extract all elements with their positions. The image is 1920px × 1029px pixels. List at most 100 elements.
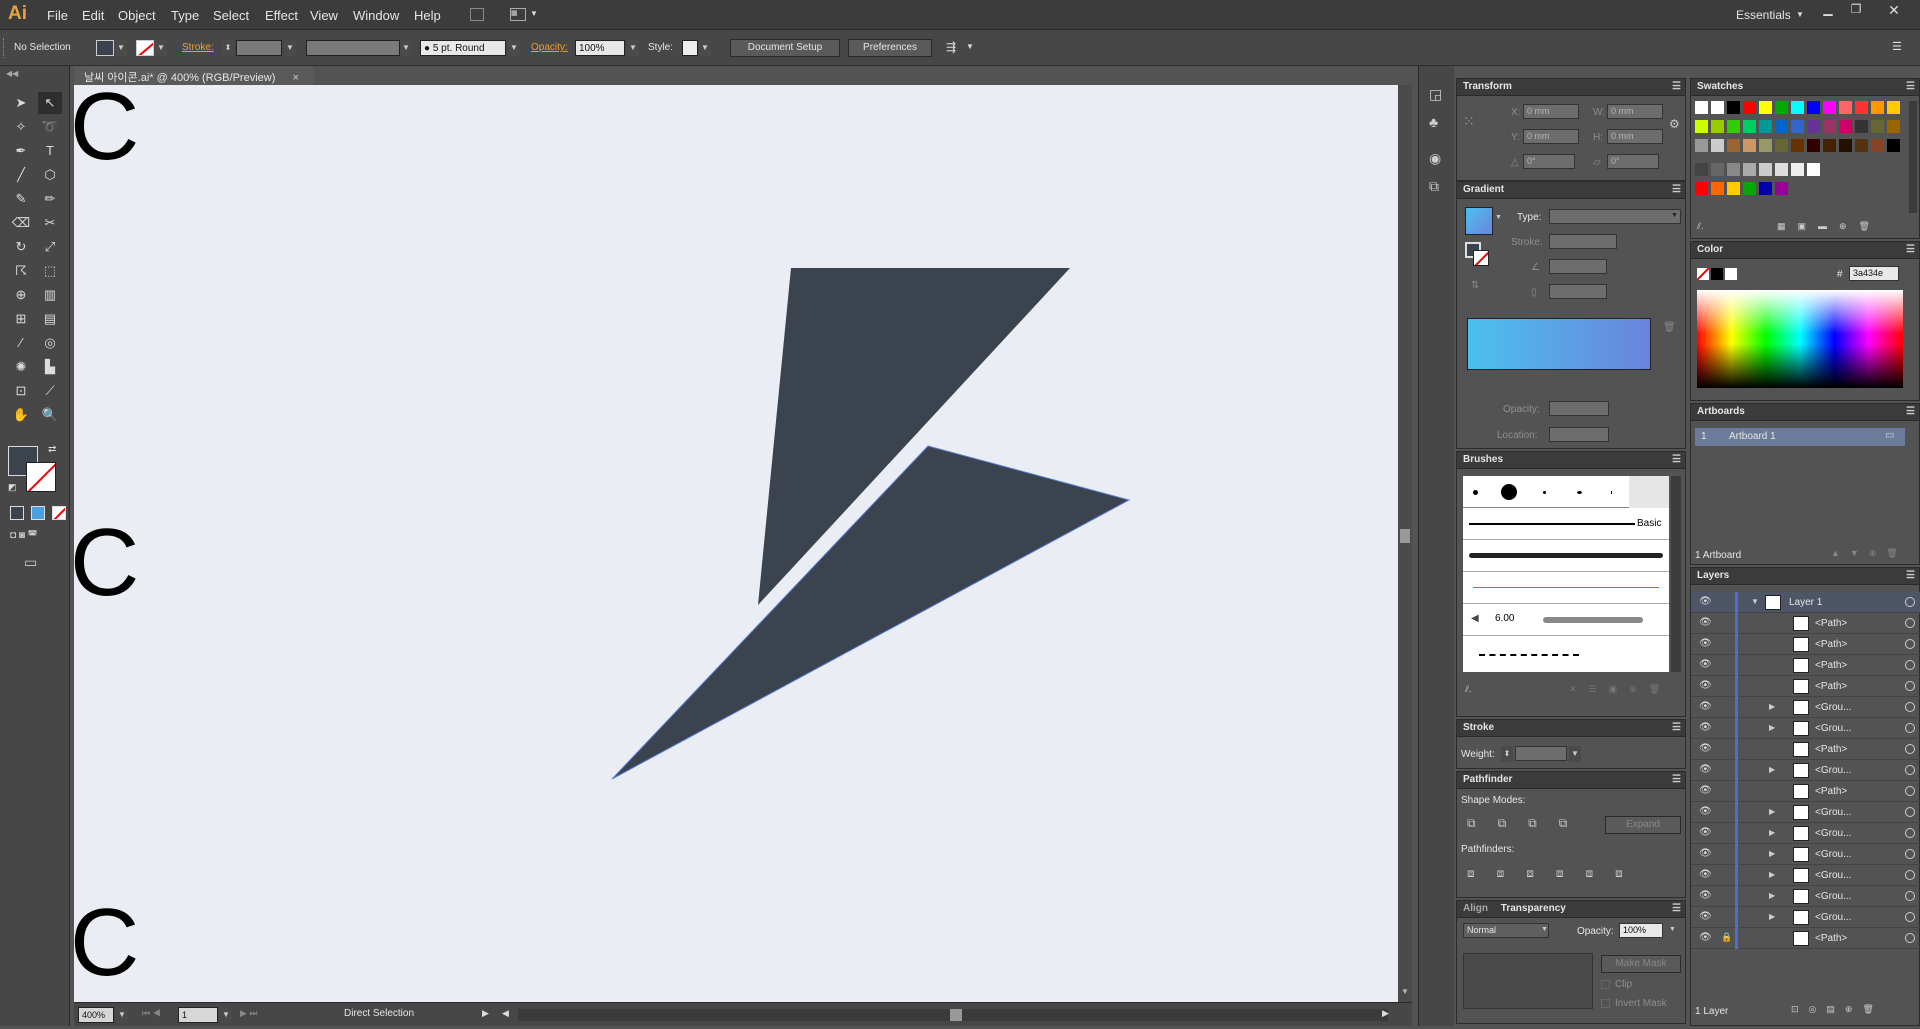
arrange-icon[interactable]: ⇶ (946, 40, 956, 54)
color-swatch[interactable] (1887, 101, 1900, 114)
basic-brush-row[interactable]: Basic (1463, 508, 1669, 540)
artboards-title[interactable]: Artboards ☰ (1691, 404, 1919, 421)
color-swatch[interactable] (1871, 139, 1884, 152)
close-tab-icon[interactable]: × (292, 72, 298, 84)
reference-point-icon[interactable]: ⁙ (1463, 113, 1475, 130)
arrow-down-icon[interactable]: ▼ (1401, 987, 1409, 996)
panel-menu-icon[interactable]: ☰ (1906, 81, 1915, 92)
artboard-name[interactable]: Artboard 1 (1729, 431, 1776, 442)
layer-item-name[interactable]: <Grou... (1815, 765, 1851, 776)
gradient-mode-icon[interactable] (31, 506, 45, 520)
color-swatch[interactable] (1839, 101, 1852, 114)
menu-type[interactable]: Type (171, 8, 199, 23)
color-swatch[interactable] (1711, 120, 1724, 133)
artboard-canvas[interactable]: C C C (74, 85, 1398, 1002)
swatch-actions-icons[interactable]: ▦▣▬⊕🗑 (1777, 221, 1882, 232)
scroll-thumb[interactable] (1400, 529, 1410, 543)
none-mode-icon[interactable] (52, 506, 66, 520)
lightning-bolt-artwork[interactable] (74, 85, 1398, 1002)
symbol-sprayer-tool-icon[interactable]: ✺ (9, 356, 33, 378)
appearance-icon[interactable]: ◉ (1429, 150, 1441, 167)
shear-field[interactable]: 0° (1607, 154, 1659, 169)
brush-dot-icon[interactable] (1501, 484, 1517, 500)
stroke-swatch[interactable] (136, 40, 154, 56)
visibility-eye-icon[interactable]: 👁 (1699, 638, 1713, 650)
panel-menu-icon[interactable]: ☰ (1672, 722, 1681, 733)
color-swatch[interactable] (1727, 139, 1740, 152)
opacity-field[interactable]: 100% (575, 40, 625, 56)
gradient-tool-icon[interactable]: ▤ (38, 308, 62, 330)
color-swatch[interactable] (1727, 182, 1740, 195)
pathfinder-title[interactable]: Pathfinder ☰ (1457, 772, 1685, 789)
color-swatch[interactable] (1839, 120, 1852, 133)
stroke-title[interactable]: Stroke ☰ (1457, 720, 1685, 737)
layer-item-row[interactable]: 👁 <Path> (1691, 676, 1920, 697)
menu-edit[interactable]: Edit (82, 8, 104, 23)
layer-item-name[interactable]: <Grou... (1815, 828, 1851, 839)
eyedropper-tool-icon[interactable]: ⁄ (9, 332, 33, 354)
visibility-eye-icon[interactable]: 👁 (1699, 764, 1713, 776)
brushes-title[interactable]: Brushes ☰ (1457, 452, 1685, 469)
rotate-field[interactable]: 0° (1523, 154, 1575, 169)
blend-tool-icon[interactable]: ◎ (38, 332, 62, 354)
stroke-label[interactable]: Stroke: (182, 42, 214, 53)
pattern-brush-row[interactable] (1463, 636, 1669, 672)
swatch-grid[interactable] (1695, 101, 1907, 213)
black-swatch[interactable] (1711, 268, 1723, 280)
bristle-brush-row[interactable]: ◀ 6.00 (1463, 604, 1669, 636)
visibility-eye-icon[interactable]: 👁 (1699, 596, 1713, 608)
arrange-documents-icon[interactable]: ▦ (510, 8, 526, 21)
visibility-eye-icon[interactable]: 👁 (1699, 890, 1713, 902)
hand-tool-icon[interactable]: ✋ (9, 404, 33, 426)
pen-tool-icon[interactable]: ✒ (9, 140, 33, 162)
menu-effect[interactable]: Effect (265, 8, 298, 23)
draw-modes-icon[interactable]: ◘ ◙ ◚ (10, 530, 66, 546)
fill-swatch[interactable] (96, 40, 114, 56)
expand-triangle-icon[interactable]: ▶ (1769, 807, 1775, 816)
color-mode-icon[interactable] (10, 506, 24, 520)
expand-triangle-icon[interactable]: ▶ (1769, 891, 1775, 900)
color-swatch[interactable] (1695, 101, 1708, 114)
y-field[interactable]: 0 mm (1523, 129, 1579, 144)
layer-item-name[interactable]: <Grou... (1815, 807, 1851, 818)
color-swatch[interactable] (1711, 139, 1724, 152)
hex-field[interactable]: 3a434e (1849, 266, 1899, 281)
color-swatch[interactable] (1727, 101, 1740, 114)
stroke-gradient-options[interactable] (1549, 234, 1617, 249)
paintbrush-tool-icon[interactable]: ✎ (9, 188, 33, 210)
swatches-title[interactable]: Swatches ☰ (1691, 79, 1919, 96)
expand-triangle-icon[interactable]: ▶ (1769, 849, 1775, 858)
target-icon[interactable] (1905, 723, 1915, 733)
color-swatch[interactable] (1823, 139, 1836, 152)
color-title[interactable]: Color ☰ (1691, 242, 1919, 259)
menu-file[interactable]: File (47, 8, 68, 23)
style-swatch[interactable] (682, 40, 698, 56)
last-artboard-icon[interactable]: ▶ ⏭ (240, 1008, 258, 1019)
color-swatch[interactable] (1823, 101, 1836, 114)
make-mask-button[interactable]: Make Mask (1601, 955, 1681, 973)
expand-triangle-icon[interactable]: ▶ (1769, 765, 1775, 774)
charcoal-brush-row[interactable] (1463, 540, 1669, 572)
chevron-down-icon[interactable]: ▼ (116, 1007, 128, 1023)
brush-dot-icon[interactable] (1577, 491, 1582, 494)
color-swatch[interactable] (1711, 182, 1724, 195)
visibility-eye-icon[interactable]: 👁 (1699, 722, 1713, 734)
chevron-down-icon[interactable]: ▼ (284, 40, 296, 56)
weight-field[interactable] (1515, 746, 1567, 761)
document-tab[interactable]: 날씨 아이콘.ai* @ 400% (RGB/Preview) × (74, 66, 314, 85)
gradient-title[interactable]: Gradient ☰ (1457, 182, 1685, 199)
expand-button[interactable]: Expand (1605, 816, 1681, 834)
chevron-down-icon[interactable]: ▼ (400, 40, 412, 56)
shape-mode-icons[interactable]: ⧉⧉⧉⧉ (1467, 816, 1589, 831)
layer-name[interactable]: Layer 1 (1789, 597, 1822, 608)
screen-mode-icon[interactable]: ▭ (24, 554, 37, 571)
layer-item-row[interactable]: 👁 ▶ <Grou... (1691, 802, 1920, 823)
chevron-down-icon[interactable]: ▼ (627, 40, 639, 56)
layer-item-row[interactable]: 👁 <Path> (1691, 655, 1920, 676)
layer-item-row[interactable]: 👁 <Path> (1691, 781, 1920, 802)
w-field[interactable]: 0 mm (1607, 104, 1663, 119)
first-artboard-icon[interactable]: ⏮ ◀ (142, 1008, 161, 1019)
layer-item-name[interactable]: <Path> (1815, 660, 1847, 671)
tab-align[interactable]: Align (1463, 903, 1488, 914)
target-icon[interactable] (1905, 639, 1915, 649)
